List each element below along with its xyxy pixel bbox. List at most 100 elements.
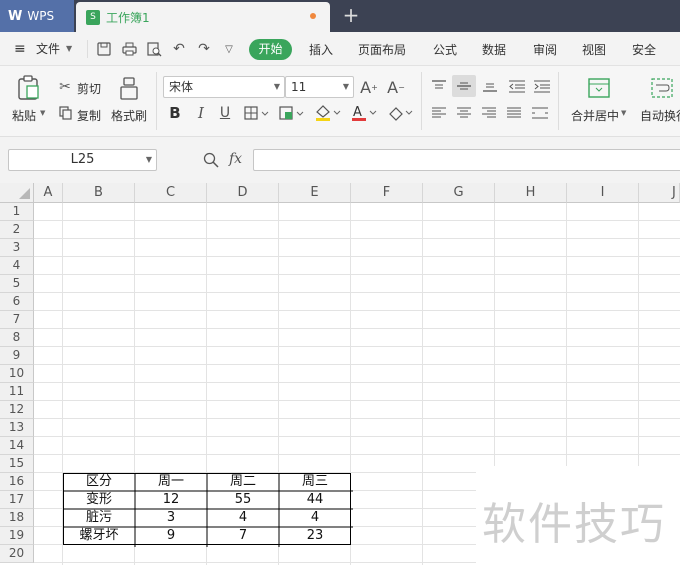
align-bottom-icon[interactable] [479, 76, 501, 96]
column-header[interactable]: G [423, 183, 495, 203]
menu-view[interactable]: 视图 [582, 41, 606, 59]
menu-page-layout[interactable]: 页面布局 [358, 41, 406, 59]
formula-input[interactable] [253, 149, 680, 171]
merge-dropdown-icon[interactable]: ▼ [621, 109, 626, 117]
table-header-cell[interactable]: 周三 [279, 473, 351, 491]
row-header[interactable]: 10 [0, 365, 34, 383]
table-cell[interactable]: 4 [207, 509, 279, 527]
column-header[interactable]: A [34, 183, 63, 203]
align-left-icon[interactable] [428, 103, 450, 123]
bold-icon[interactable]: B [166, 104, 184, 122]
justify-icon[interactable] [503, 103, 525, 123]
increase-font-icon[interactable]: A + [359, 77, 379, 97]
print-preview-icon[interactable] [145, 40, 163, 58]
column-header[interactable]: I [567, 183, 639, 203]
table-cell[interactable]: 9 [135, 527, 207, 545]
column-header[interactable]: J [639, 183, 680, 203]
wrap-text-icon[interactable] [650, 76, 674, 100]
row-header[interactable]: 6 [0, 293, 34, 311]
underline-icon[interactable]: U [216, 104, 234, 122]
wrap-text-button[interactable]: 自动换行 [640, 107, 680, 124]
borders-icon[interactable] [243, 104, 271, 122]
table-cell[interactable]: 44 [279, 491, 351, 509]
decrease-font-icon[interactable]: A − [386, 77, 406, 97]
row-header[interactable]: 13 [0, 419, 34, 437]
menu-insert[interactable]: 插入 [309, 41, 333, 59]
menu-start[interactable]: 开始 [249, 39, 292, 60]
print-icon[interactable] [120, 40, 138, 58]
select-all-corner[interactable] [0, 183, 34, 203]
merge-center-button[interactable]: 合并居中 [571, 107, 619, 124]
align-top-icon[interactable] [428, 76, 450, 96]
row-header[interactable]: 3 [0, 239, 34, 257]
row-header[interactable]: 4 [0, 257, 34, 275]
table-header-cell[interactable]: 区分 [63, 473, 135, 491]
menu-file[interactable]: 文件 [36, 40, 60, 58]
table-cell[interactable]: 4 [279, 509, 351, 527]
paste-dropdown-icon[interactable]: ▼ [40, 109, 45, 117]
menu-formulas[interactable]: 公式 [433, 41, 457, 59]
align-right-icon[interactable] [478, 103, 500, 123]
row-header[interactable]: 16 [0, 473, 34, 491]
fill-color-icon[interactable] [313, 103, 343, 123]
row-header[interactable]: 12 [0, 401, 34, 419]
new-tab-button[interactable]: + [340, 4, 362, 26]
column-header[interactable]: E [279, 183, 351, 203]
decrease-indent-icon[interactable] [506, 76, 528, 96]
font-name-select[interactable]: 宋体 ▼ [163, 76, 285, 98]
hamburger-icon[interactable]: ≡ [14, 40, 26, 58]
row-header[interactable]: 11 [0, 383, 34, 401]
undo-icon[interactable]: ↶ [170, 40, 188, 58]
copy-button[interactable]: 复制 [77, 107, 101, 124]
menu-review[interactable]: 审阅 [533, 41, 557, 59]
row-header[interactable]: 8 [0, 329, 34, 347]
cut-icon[interactable]: ✂ [57, 79, 73, 95]
conditional-format-icon[interactable] [278, 104, 306, 122]
document-tab[interactable]: S 工作簿1 [76, 2, 330, 32]
column-header[interactable]: C [135, 183, 207, 203]
merge-center-icon[interactable] [587, 76, 611, 100]
row-header[interactable]: 18 [0, 509, 34, 527]
font-color-icon[interactable]: A [349, 103, 379, 123]
distributed-align-icon[interactable] [529, 103, 551, 123]
wps-home-tab[interactable]: W WPS [0, 0, 74, 32]
table-cell[interactable]: 螺牙坏 [63, 527, 135, 545]
table-cell[interactable]: 55 [207, 491, 279, 509]
row-header[interactable]: 7 [0, 311, 34, 329]
menu-data[interactable]: 数据 [482, 41, 506, 59]
format-painter-icon[interactable] [117, 76, 141, 102]
format-painter-button[interactable]: 格式刷 [111, 107, 147, 124]
name-box[interactable]: L25 ▼ [8, 149, 157, 171]
row-header[interactable]: 19 [0, 527, 34, 545]
row-header[interactable]: 1 [0, 203, 34, 221]
paste-button[interactable]: 粘贴 [12, 107, 36, 124]
column-header[interactable]: F [351, 183, 423, 203]
paste-icon[interactable] [14, 74, 42, 102]
row-header[interactable]: 2 [0, 221, 34, 239]
table-header-cell[interactable]: 周一 [135, 473, 207, 491]
table-header-cell[interactable]: 周二 [207, 473, 279, 491]
row-header[interactable]: 17 [0, 491, 34, 509]
row-header[interactable]: 9 [0, 347, 34, 365]
insert-function-button[interactable]: fx [229, 151, 242, 167]
table-cell[interactable]: 12 [135, 491, 207, 509]
clear-format-icon[interactable] [385, 103, 415, 123]
row-header[interactable]: 15 [0, 455, 34, 473]
font-size-select[interactable]: 11 ▼ [285, 76, 354, 98]
row-header[interactable]: 5 [0, 275, 34, 293]
cut-button[interactable]: 剪切 [77, 80, 101, 97]
column-header[interactable]: H [495, 183, 567, 203]
chevron-down-icon[interactable]: ▼ [66, 40, 72, 58]
column-header[interactable]: D [207, 183, 279, 203]
table-cell[interactable]: 脏污 [63, 509, 135, 527]
copy-icon[interactable] [57, 105, 73, 121]
increase-indent-icon[interactable] [531, 76, 553, 96]
italic-icon[interactable]: I [192, 104, 210, 122]
save-icon[interactable] [95, 40, 113, 58]
column-header[interactable]: B [63, 183, 135, 203]
redo-icon[interactable]: ↷ [195, 40, 213, 58]
quick-access-dropdown-icon[interactable]: ▽ [221, 40, 237, 58]
table-cell[interactable]: 3 [135, 509, 207, 527]
align-center-icon[interactable] [453, 103, 475, 123]
table-cell[interactable]: 7 [207, 527, 279, 545]
